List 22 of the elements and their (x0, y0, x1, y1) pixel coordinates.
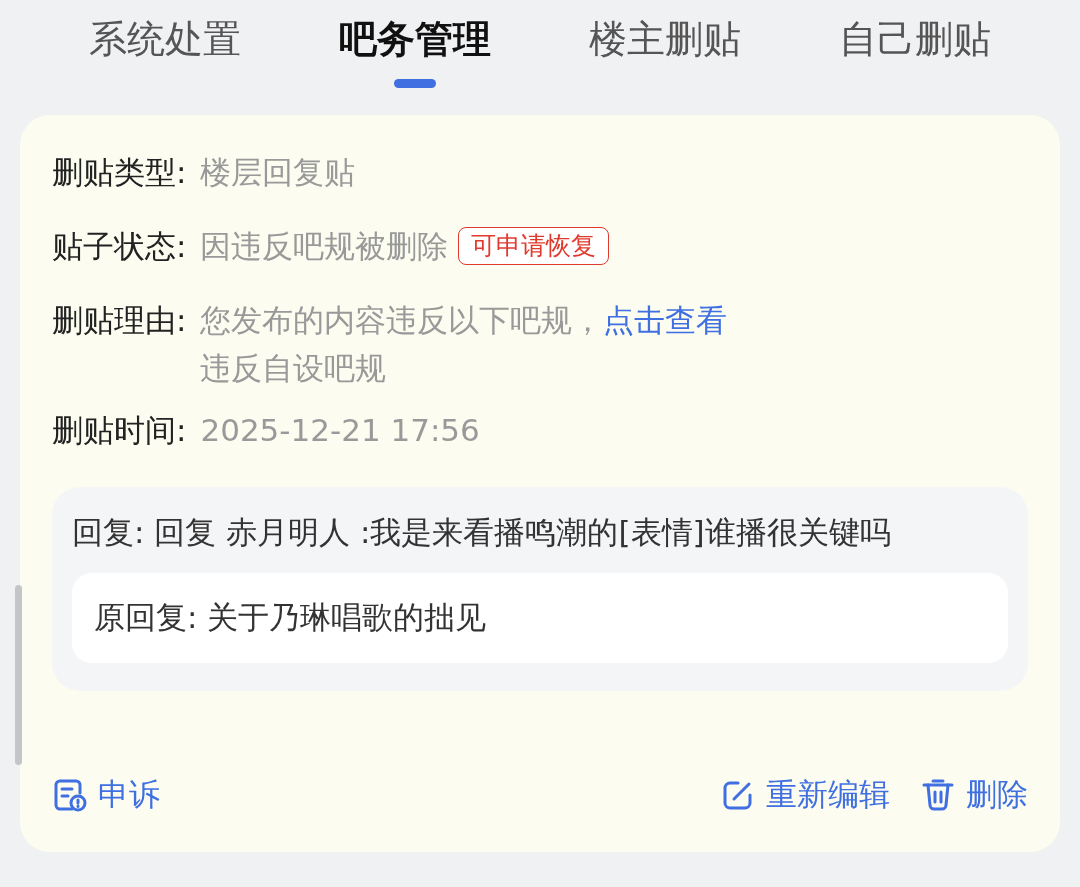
appeal-button[interactable]: 申诉 (52, 774, 160, 816)
field-value: 您发布的内容违反以下吧规，点击查看 (200, 301, 728, 340)
tab[interactable]: 吧务管理 (329, 0, 501, 115)
rule-text: 违反自设吧规 (200, 349, 388, 388)
field-label: 删贴时间: (52, 411, 187, 450)
reply-text: 回复: 回复 赤月明人 :我是来看播鸣潮的[表情]谁播很关键吗 (72, 513, 892, 552)
field-label: 贴子状态: (52, 227, 187, 266)
tab[interactable]: 系统处置 (79, 0, 251, 115)
field-label: 删贴理由: (52, 301, 187, 340)
tab[interactable]: 自己删贴 (829, 0, 1001, 115)
status-tag: 可申请恢复 (458, 227, 610, 265)
field-value: 2025-12-21 17:56 (200, 411, 480, 450)
delete-button[interactable]: 删除 (920, 774, 1028, 816)
view-link[interactable]: 点击查看 (603, 302, 728, 338)
trash-icon (920, 777, 956, 813)
original-reply: 原回复: 关于乃琳唱歌的拙见 (72, 573, 1008, 663)
edit-button[interactable]: 重新编辑 (720, 774, 890, 816)
tab[interactable]: 楼主删贴 (579, 0, 751, 115)
field-value: 因违反吧规被删除 (200, 227, 449, 266)
document-alert-icon (52, 777, 88, 813)
field-label: 删贴类型: (52, 153, 187, 192)
field-value: 楼层回复贴 (200, 153, 356, 192)
